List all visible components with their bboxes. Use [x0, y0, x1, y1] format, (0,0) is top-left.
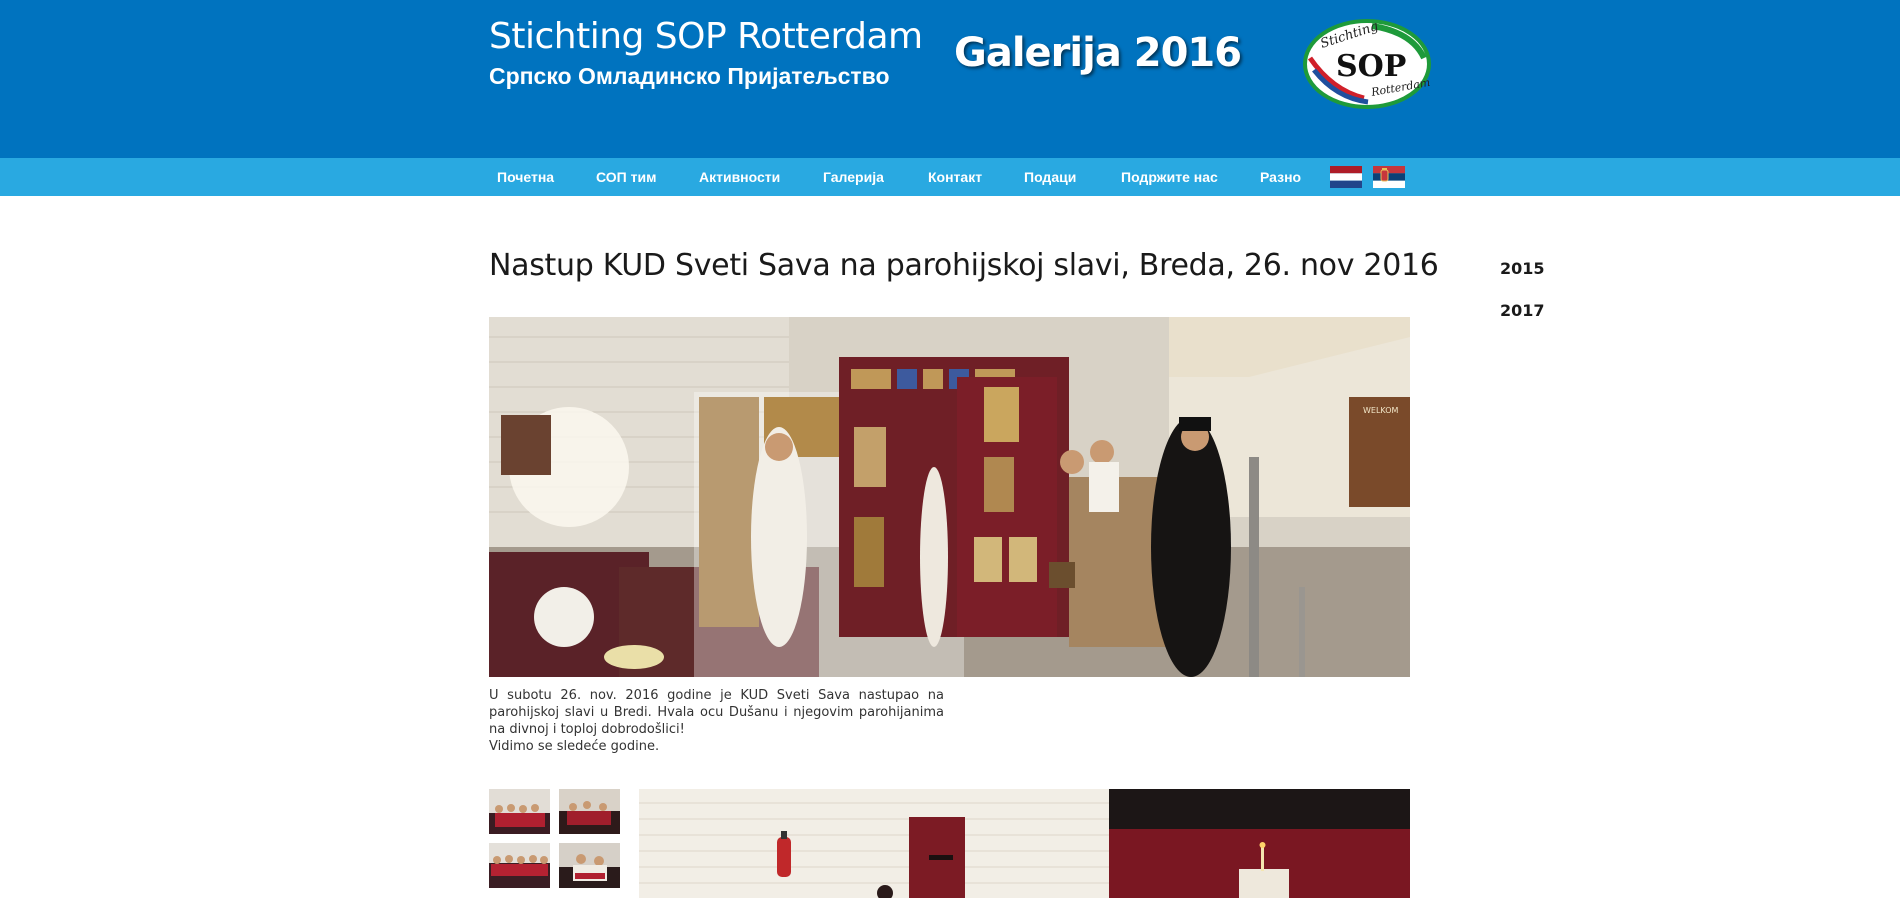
year-link-2015[interactable]: 2015 [1500, 259, 1545, 278]
main-photo[interactable]: WELKOM [489, 317, 1410, 677]
post-caption: U subotu 26. nov. 2016 godine je KUD Sve… [489, 687, 944, 755]
nav-item-home[interactable]: Почетна [497, 158, 554, 196]
site-header: Stichting SOP Rotterdam Српско Омладинск… [0, 0, 1900, 158]
gallery-thumbnail[interactable] [489, 789, 550, 834]
caption-closing-line: Vidimo se sledeće godine. [489, 739, 660, 754]
serbia-flag-icon[interactable] [1373, 166, 1405, 188]
gallery-thumbnail[interactable] [559, 789, 620, 834]
netherlands-flag-icon[interactable] [1330, 166, 1362, 188]
logo-main-text: SOP [1336, 49, 1406, 84]
nav-item-contact[interactable]: Контакт [928, 158, 982, 196]
post-title: Nastup KUD Sveti Sava na parohijskoj sla… [489, 248, 1439, 283]
main-nav: Почетна СОП тим Активности Галерија Конт… [0, 158, 1900, 196]
gallery-preview-photo[interactable] [639, 789, 1410, 898]
sop-logo[interactable]: Stichting SOP Rotterdam [1302, 18, 1432, 110]
welcome-sign-text: WELKOM [1363, 406, 1399, 415]
gallery-thumbnail[interactable] [559, 843, 620, 888]
site-subtitle: Српско Омладинско Пријатељство [489, 63, 890, 89]
site-title[interactable]: Stichting SOP Rotterdam [489, 16, 923, 57]
nav-item-support-us[interactable]: Подржите нас [1121, 158, 1218, 196]
nav-item-sop-team[interactable]: СОП тим [596, 158, 656, 196]
gallery-thumbnail[interactable] [489, 843, 550, 888]
nav-item-data[interactable]: Подаци [1024, 158, 1076, 196]
nav-item-misc[interactable]: Разно [1260, 158, 1301, 196]
nav-item-gallery[interactable]: Галерија [823, 158, 884, 196]
year-link-2017[interactable]: 2017 [1500, 301, 1545, 320]
nav-item-activities[interactable]: Активности [699, 158, 780, 196]
caption-paragraph: U subotu 26. nov. 2016 godine je KUD Sve… [489, 688, 944, 737]
gallery-heading: Galerija 2016 [954, 30, 1242, 76]
